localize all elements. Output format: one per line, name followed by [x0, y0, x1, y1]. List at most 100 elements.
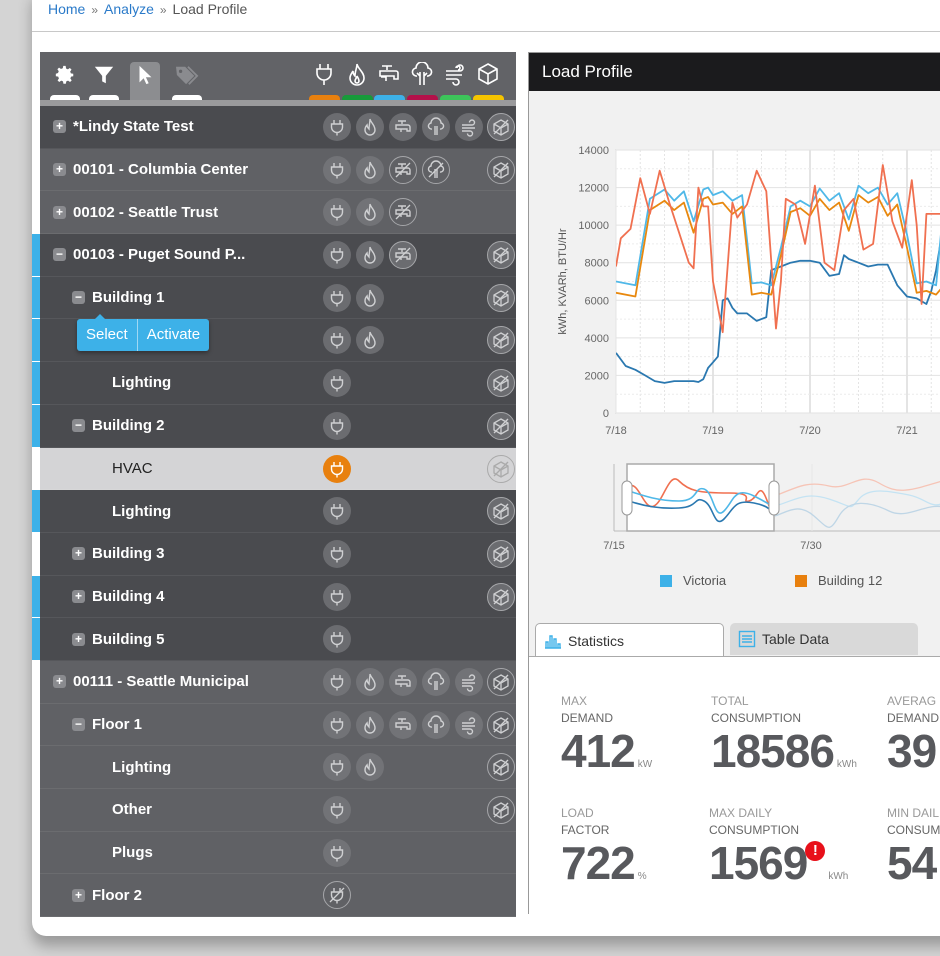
steam-icon[interactable]: [422, 113, 450, 141]
plug-icon[interactable]: [323, 625, 351, 654]
breadcrumb-analyze[interactable]: Analyze: [104, 1, 154, 17]
plug-icon[interactable]: [323, 838, 351, 867]
tree-row[interactable]: Lighting: [32, 362, 516, 405]
tree-row[interactable]: +00101 - Columbia Center: [40, 148, 516, 192]
plug-icon[interactable]: [323, 198, 351, 227]
faucet-disabled-icon[interactable]: [389, 155, 417, 184]
plug-icon[interactable]: [323, 796, 351, 824]
collapse-toggle[interactable]: −: [72, 717, 85, 731]
tree-row[interactable]: +00102 - Seattle Trust: [40, 191, 516, 235]
collapse-toggle[interactable]: −: [72, 291, 85, 305]
collapse-toggle[interactable]: −: [53, 248, 66, 262]
filter-button[interactable]: [89, 62, 119, 100]
faucet-disabled-icon[interactable]: [389, 198, 417, 227]
cube-disabled-icon[interactable]: [487, 241, 515, 270]
cube-disabled-icon[interactable]: [487, 283, 515, 312]
tree-row[interactable]: − Floor 1: [40, 703, 516, 747]
breadcrumb-home[interactable]: Home: [48, 1, 85, 17]
expand-toggle[interactable]: +: [53, 205, 66, 219]
tree-row[interactable]: HVAC: [32, 447, 516, 491]
expand-toggle[interactable]: +: [72, 547, 85, 561]
flame-icon[interactable]: [356, 753, 384, 782]
plug-icon[interactable]: [323, 369, 351, 398]
plug-icon[interactable]: [323, 454, 351, 483]
plug-icon[interactable]: [323, 582, 351, 611]
expand-toggle[interactable]: +: [53, 675, 66, 689]
tree-row[interactable]: Other: [40, 789, 516, 832]
alert-icon[interactable]: !: [805, 841, 826, 861]
plug-icon[interactable]: [323, 497, 351, 526]
tab-statistics[interactable]: Statistics: [535, 623, 724, 657]
flame-icon[interactable]: [356, 283, 384, 312]
plug-icon[interactable]: [323, 283, 351, 312]
utility-filter-other[interactable]: [473, 62, 504, 100]
flame-icon[interactable]: [356, 667, 384, 696]
tree-row[interactable]: + Building 5: [32, 618, 516, 661]
flame-icon[interactable]: [356, 113, 384, 141]
collapse-toggle[interactable]: −: [72, 419, 85, 433]
faucet-disabled-icon[interactable]: [389, 241, 417, 270]
flame-icon[interactable]: [356, 155, 384, 184]
cube-disabled-icon[interactable]: [487, 369, 515, 398]
plug-icon[interactable]: [323, 753, 351, 782]
cube-disabled-icon[interactable]: [487, 454, 515, 483]
plug-icon[interactable]: [323, 411, 351, 440]
select-button[interactable]: Select: [77, 319, 137, 351]
cube-disabled-icon[interactable]: [487, 113, 515, 141]
tree-row[interactable]: + Building 4: [32, 575, 516, 619]
cube-disabled-icon[interactable]: [487, 411, 515, 440]
expand-toggle[interactable]: +: [72, 888, 85, 902]
tree-row[interactable]: − Building 1: [32, 276, 516, 320]
navigator-handle-right[interactable]: [768, 480, 780, 516]
steam-disabled-icon[interactable]: [422, 155, 450, 184]
tree-row[interactable]: −00103 - Puget Sound P...: [32, 234, 516, 277]
utility-filter-electric[interactable]: [309, 62, 340, 100]
legend-label[interactable]: Victoria: [683, 573, 727, 588]
utility-filter-air[interactable]: [440, 62, 471, 100]
faucet-icon[interactable]: [389, 667, 417, 696]
steam-icon[interactable]: [422, 710, 450, 739]
cube-disabled-icon[interactable]: [487, 753, 515, 782]
flame-icon[interactable]: [356, 198, 384, 227]
wind-icon[interactable]: [455, 667, 483, 696]
faucet-icon[interactable]: [389, 113, 417, 141]
legend-label[interactable]: Building 12: [818, 573, 882, 588]
plug-icon[interactable]: [323, 539, 351, 568]
tree-row[interactable]: Plugs: [40, 831, 516, 875]
settings-button[interactable]: [50, 62, 80, 100]
tree-row[interactable]: + Building 3: [32, 532, 516, 576]
flame-icon[interactable]: [356, 326, 384, 355]
cube-disabled-icon[interactable]: [487, 539, 515, 568]
utility-filter-steam[interactable]: [407, 62, 438, 100]
expand-toggle[interactable]: +: [53, 163, 66, 177]
expand-toggle[interactable]: +: [72, 632, 85, 646]
cube-disabled-icon[interactable]: [487, 326, 515, 355]
wind-icon[interactable]: [455, 113, 483, 141]
expand-toggle[interactable]: +: [53, 120, 66, 134]
plug-icon[interactable]: [323, 710, 351, 739]
plug-icon[interactable]: [323, 241, 351, 270]
cube-disabled-icon[interactable]: [487, 497, 515, 526]
flame-icon[interactable]: [356, 710, 384, 739]
plug-disabled-icon[interactable]: [323, 881, 351, 910]
tree-row[interactable]: Lighting: [32, 490, 516, 533]
wind-icon[interactable]: [455, 710, 483, 739]
utility-filter-gas[interactable]: [342, 62, 373, 100]
cube-disabled-icon[interactable]: [487, 582, 515, 611]
cube-disabled-icon[interactable]: [487, 796, 515, 824]
cube-disabled-icon[interactable]: [487, 710, 515, 739]
utility-filter-water[interactable]: [374, 62, 405, 100]
select-tool-button[interactable]: [130, 62, 160, 100]
tree-row[interactable]: − Building 2: [32, 404, 516, 448]
steam-icon[interactable]: [422, 667, 450, 696]
tag-button[interactable]: [172, 62, 202, 100]
cube-disabled-icon[interactable]: [487, 155, 515, 184]
faucet-icon[interactable]: [389, 710, 417, 739]
flame-icon[interactable]: [356, 241, 384, 270]
tree-row[interactable]: + Floor 2: [40, 874, 516, 918]
cube-disabled-icon[interactable]: [487, 667, 515, 696]
plug-icon[interactable]: [323, 667, 351, 696]
plug-icon[interactable]: [323, 155, 351, 184]
tab-table-data[interactable]: Table Data: [730, 623, 918, 655]
navigator-handle-left[interactable]: [621, 480, 633, 516]
